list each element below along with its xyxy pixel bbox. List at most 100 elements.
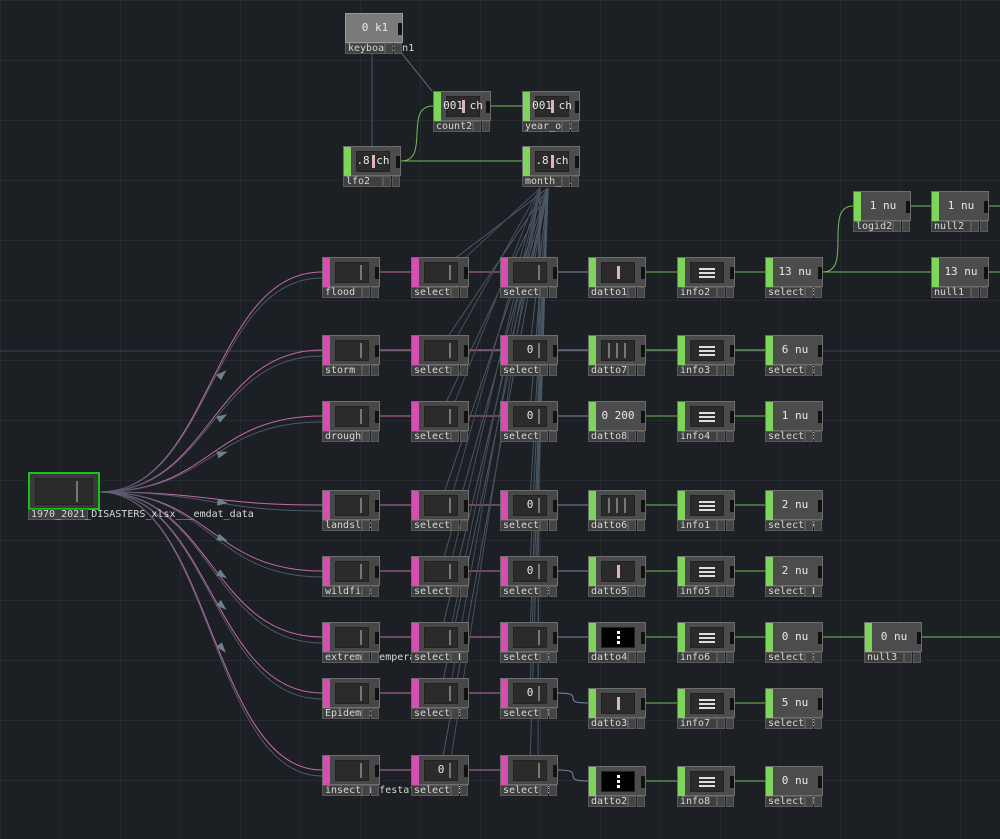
node-label[interactable]: landslide	[322, 520, 379, 531]
node-flag[interactable]	[371, 586, 379, 597]
node-keyboardin1[interactable]: 0 k1 keyboardin1	[345, 13, 414, 55]
node-flag[interactable]	[814, 586, 822, 597]
node-body[interactable]	[677, 688, 735, 719]
node-label[interactable]: storm	[322, 365, 362, 376]
node-select18[interactable]: 13 nu select18	[765, 257, 823, 299]
node-flag[interactable]	[805, 365, 813, 376]
node-select13[interactable]: select13	[411, 678, 469, 720]
node-label[interactable]: wildfire	[322, 586, 373, 597]
network-editor[interactable]: 0 k1 keyboardin1 001 ch count2 001 ch year_ou…	[0, 0, 1000, 839]
node-body[interactable]: 2 nu	[765, 556, 823, 587]
node-select1[interactable]: select1	[411, 257, 469, 299]
outlet-connector[interactable]	[486, 101, 490, 113]
node-flag[interactable]	[726, 431, 734, 442]
outlet-connector[interactable]	[575, 156, 579, 168]
node-flag[interactable]	[549, 586, 557, 597]
inlet-connector[interactable]	[589, 623, 596, 653]
node-year-out[interactable]: 001 ch year_out	[522, 91, 580, 133]
node-flag[interactable]	[628, 796, 636, 807]
inlet-connector[interactable]	[501, 258, 508, 288]
node-flag[interactable]	[637, 431, 645, 442]
node-label[interactable]: info8	[677, 796, 717, 807]
node-label[interactable]: select23	[765, 718, 816, 729]
inlet-connector[interactable]	[323, 679, 330, 709]
inlet-connector[interactable]	[589, 336, 596, 366]
node-flag[interactable]	[913, 652, 921, 663]
outlet-connector[interactable]	[375, 688, 379, 700]
node-body[interactable]	[411, 622, 469, 653]
node-datto4[interactable]: datto4	[588, 622, 646, 664]
outlet-connector[interactable]	[818, 267, 822, 279]
node-flag[interactable]	[814, 287, 822, 298]
node-body[interactable]	[588, 490, 646, 521]
node-label[interactable]: datto7	[588, 365, 628, 376]
node-flag[interactable]	[814, 796, 822, 807]
node-flag[interactable]	[362, 365, 370, 376]
node-select17[interactable]: 2 nu select17	[765, 490, 823, 532]
node-label[interactable]: select4	[500, 365, 545, 376]
node-body[interactable]: 2 nu	[765, 490, 823, 521]
node-select24[interactable]: 0 nu select24	[765, 766, 823, 808]
node-body[interactable]: 1 nu	[853, 191, 911, 222]
node-body[interactable]	[411, 556, 469, 587]
outlet-connector[interactable]	[464, 500, 468, 512]
inlet-connector[interactable]	[412, 258, 419, 288]
node-flag[interactable]	[371, 287, 379, 298]
node-flag[interactable]	[451, 652, 459, 663]
node-flag[interactable]	[717, 287, 725, 298]
node-flag[interactable]	[717, 796, 725, 807]
inlet-connector[interactable]	[589, 767, 596, 797]
node-info5[interactable]: info5	[677, 556, 735, 598]
node-body[interactable]	[677, 335, 735, 366]
node-label[interactable]: insect_infestation	[322, 785, 433, 796]
node-body[interactable]	[677, 556, 735, 587]
node-storm[interactable]: storm	[322, 335, 380, 377]
node-select5[interactable]: select5	[411, 401, 469, 443]
outlet-connector[interactable]	[730, 566, 734, 578]
outlet-connector[interactable]	[375, 345, 379, 357]
node-flag[interactable]	[473, 121, 481, 132]
node-flag[interactable]	[482, 121, 490, 132]
outlet-connector[interactable]	[396, 156, 400, 168]
node-flag[interactable]	[628, 365, 636, 376]
inlet-connector[interactable]	[323, 623, 330, 653]
outlet-connector[interactable]	[984, 201, 988, 213]
outlet-connector[interactable]	[730, 345, 734, 357]
node-body[interactable]	[322, 257, 380, 288]
node-flag[interactable]	[971, 221, 979, 232]
node-flag[interactable]	[628, 718, 636, 729]
node-null2[interactable]: 1 nu null2	[931, 191, 989, 233]
node-body[interactable]: 0	[500, 401, 558, 432]
node-label[interactable]: datto4	[588, 652, 628, 663]
node-label[interactable]: logid2	[853, 221, 893, 232]
node-label[interactable]: null2	[931, 221, 971, 232]
inlet-connector[interactable]	[412, 402, 419, 432]
node-body[interactable]	[500, 622, 558, 653]
node-flag[interactable]	[371, 520, 379, 531]
node-flag[interactable]	[371, 708, 379, 719]
node-body[interactable]: 0 nu	[765, 766, 823, 797]
outlet-connector[interactable]	[818, 411, 822, 423]
node-flag[interactable]	[385, 43, 393, 54]
node-source-table[interactable]: 1970_2021_DISASTERS_xlsx___emdat_data	[28, 472, 254, 524]
inlet-connector[interactable]	[412, 557, 419, 587]
node-body[interactable]	[677, 490, 735, 521]
node-flag[interactable]	[460, 431, 468, 442]
node-insect-infestation[interactable]: insect_infestation	[322, 755, 433, 797]
node-flag[interactable]	[362, 431, 370, 442]
node-body[interactable]: 0 nu	[864, 622, 922, 653]
node-label[interactable]: keyboardin1	[345, 43, 414, 54]
node-body[interactable]	[411, 335, 469, 366]
node-flag[interactable]	[540, 708, 548, 719]
node-flag[interactable]	[805, 718, 813, 729]
node-extreme-temperature[interactable]: extreme_temperature	[322, 622, 439, 664]
node-flag[interactable]	[726, 796, 734, 807]
outlet-connector[interactable]	[641, 345, 645, 357]
node-flag[interactable]	[904, 652, 912, 663]
outlet-connector[interactable]	[818, 632, 822, 644]
node-flag[interactable]	[549, 431, 557, 442]
outlet-connector[interactable]	[917, 632, 921, 644]
node-label[interactable]: select21	[765, 586, 816, 597]
node-label[interactable]: info7	[677, 718, 717, 729]
node-body[interactable]	[588, 622, 646, 653]
